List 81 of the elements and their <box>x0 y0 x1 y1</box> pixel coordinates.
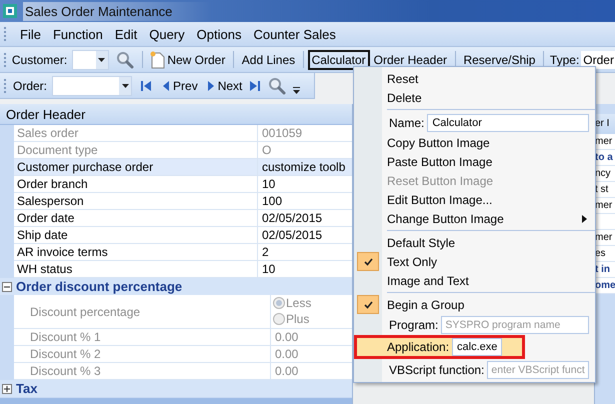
menu-item[interactable]: Reset <box>354 69 595 88</box>
group-title: Order discount percentage <box>16 279 182 294</box>
field-label: Type: <box>548 52 580 66</box>
table-cell <box>595 214 615 230</box>
property-value: O <box>261 142 272 158</box>
document-icon <box>150 50 166 68</box>
new-order-button[interactable]: New Order <box>146 48 230 72</box>
property-label: Document type <box>14 142 258 158</box>
section-header: Order Header <box>0 104 352 125</box>
property-label: Ship date <box>14 227 258 243</box>
search-icon[interactable] <box>116 50 134 68</box>
property-value: 0.00 <box>274 346 300 362</box>
property-label: Discount % 1 <box>14 329 271 345</box>
menu-item[interactable]: Edit Button Image... <box>354 190 595 209</box>
property-value: 2 <box>261 244 270 260</box>
last-record-icon[interactable] <box>248 78 262 92</box>
menu-item[interactable]: Query <box>143 24 191 44</box>
collapse-icon[interactable] <box>2 282 12 292</box>
property-value: 001059 <box>261 125 304 141</box>
property-label: Customer purchase order <box>14 159 258 175</box>
property-row[interactable]: Salesperson 100 <box>14 193 352 210</box>
menu-item[interactable]: Options <box>190 24 248 44</box>
menu-item[interactable]: File <box>14 24 47 44</box>
property-label: WH status <box>14 261 258 277</box>
property-value: 0.00 <box>274 329 300 345</box>
expand-icon[interactable] <box>2 384 12 394</box>
next-button[interactable]: Next <box>202 76 246 96</box>
property-value: 10 <box>261 261 276 277</box>
property-row[interactable]: Order branch 10 <box>14 176 352 193</box>
text-field[interactable]: calc.exe <box>452 338 502 356</box>
menu-item[interactable]: Paste Button Image <box>354 152 595 171</box>
next-arrow-icon <box>206 80 216 92</box>
text-field[interactable]: Calculator <box>427 114 589 132</box>
property-row[interactable]: Order date 02/05/2015 <box>14 210 352 227</box>
property-label: Discount percentage <box>14 295 271 328</box>
submenu-arrow-icon <box>582 214 587 222</box>
type-value: Order <box>581 50 615 68</box>
field-label: Customer: <box>10 52 68 66</box>
table-cell: ome <box>595 278 615 294</box>
property-label: Sales order <box>14 125 258 141</box>
property-label: Order branch <box>14 176 258 192</box>
property-label: AR invoice terms <box>14 244 258 260</box>
toolbar-button[interactable]: Order Header <box>370 50 451 70</box>
field-label: Program: <box>389 318 438 332</box>
field-label: Application: <box>387 340 450 354</box>
menu-item[interactable]: Change Button Image <box>354 209 595 228</box>
menu-item[interactable]: Text Only <box>354 252 595 271</box>
property-row[interactable]: Ship date 02/05/2015 <box>14 227 352 244</box>
property-row[interactable]: AR invoice terms 2 <box>14 244 352 261</box>
table-cell: to a <box>595 150 615 166</box>
property-label: Discount % 2 <box>14 346 271 362</box>
property-value: 10 <box>261 176 276 192</box>
property-value: 02/05/2015 <box>261 210 324 226</box>
menu-item[interactable]: Delete <box>354 88 595 107</box>
property-label: Order date <box>14 210 258 226</box>
field-label: VBScript function: <box>389 362 484 376</box>
toolbar-button[interactable]: Add Lines <box>238 50 300 70</box>
property-value: 02/05/2015 <box>261 227 324 243</box>
property-value: 0.00 <box>274 363 300 379</box>
menu-item[interactable]: Function <box>46 24 109 44</box>
property-row[interactable]: Customer purchase order customize toolb <box>14 159 352 176</box>
menu-item[interactable]: Copy Button Image <box>354 133 595 152</box>
property-value: customize toolb <box>261 159 346 175</box>
app-icon <box>2 3 18 19</box>
menu-item[interactable]: Edit <box>108 24 144 44</box>
menu-item[interactable]: Begin a Group <box>354 295 595 314</box>
field-label: Name: <box>389 116 424 130</box>
property-label: Discount % 3 <box>14 363 271 379</box>
search-icon[interactable] <box>268 76 286 94</box>
toolbar-button[interactable]: Reserve/Ship <box>459 50 540 70</box>
previous-arrow-icon <box>161 80 172 92</box>
property-label: Salesperson <box>14 193 258 209</box>
property-value: 100 <box>261 193 284 209</box>
menu-item[interactable]: Counter Sales <box>247 24 342 44</box>
group-title: Tax <box>16 381 38 396</box>
prev-button[interactable]: Prev <box>157 76 202 96</box>
property-row[interactable]: WH status 10 <box>14 261 352 278</box>
field-label: Order: <box>12 78 48 92</box>
menu-item[interactable]: Default Style <box>354 233 595 252</box>
first-record-icon[interactable] <box>139 78 154 92</box>
menu-item[interactable]: Image and Text <box>354 271 595 290</box>
